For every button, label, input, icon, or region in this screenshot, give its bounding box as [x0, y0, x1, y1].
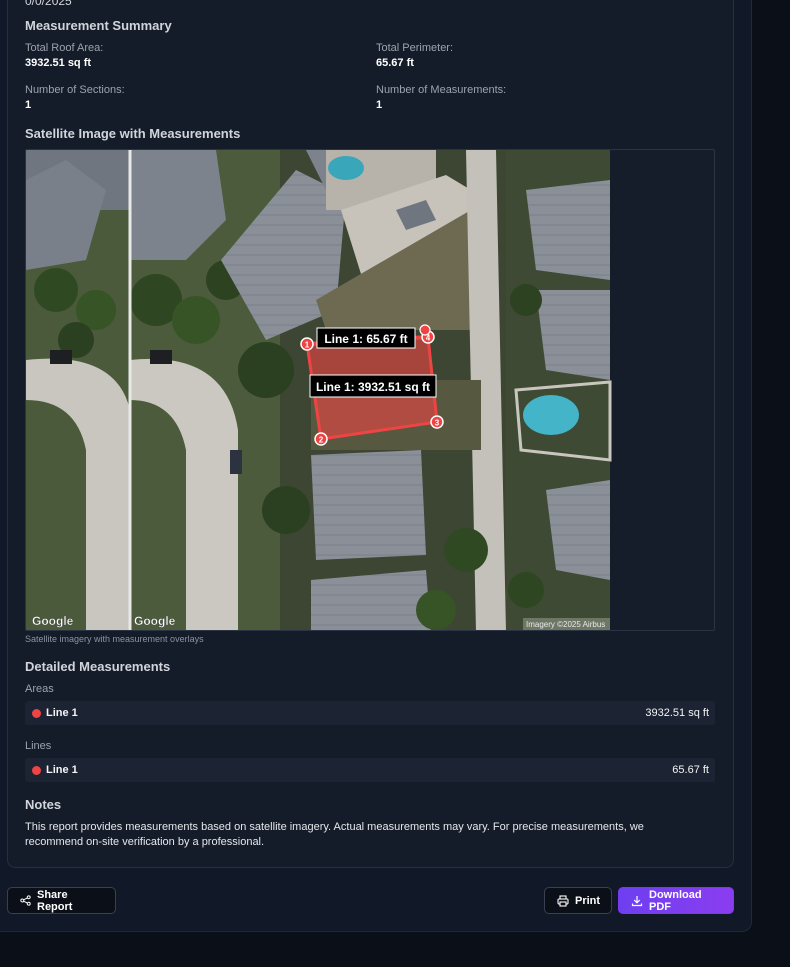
satellite-section-title: Satellite Image with Measurements: [25, 126, 241, 141]
areas-label: Areas: [25, 683, 54, 695]
satellite-image: Line 1: 65.67 ft Line 1: 3932.51 sq ft 1…: [26, 150, 612, 630]
notes-title: Notes: [25, 797, 62, 812]
print-button[interactable]: Print: [544, 887, 612, 914]
vertex-marker-1[interactable]: 1: [300, 337, 314, 351]
download-pdf-button[interactable]: Download PDF: [618, 887, 734, 914]
print-label: Print: [575, 894, 601, 907]
share-report-button[interactable]: Share Report: [7, 887, 116, 914]
line-measurement-label: Line 1: 65.67 ft: [324, 332, 407, 346]
measurement-summary-title: Measurement Summary: [25, 18, 172, 33]
satellite-image-frame: Line 1: 65.67 ft Line 1: 3932.51 sq ft 1…: [25, 149, 715, 631]
google-logo: Google: [32, 614, 74, 628]
lines-label: Lines: [25, 740, 52, 752]
total-perimeter-label: Total Perimeter:: [376, 42, 454, 54]
area-row: Line 1 3932.51 sq ft: [25, 701, 715, 725]
sections-label: Number of Sections:: [25, 84, 125, 96]
download-icon: [631, 895, 643, 907]
notes-text: This report provides measurements based …: [25, 821, 644, 848]
measurements-label: Number of Measurements:: [376, 84, 507, 96]
vertex-marker-2[interactable]: 2: [314, 432, 328, 446]
share-report-label: Share Report: [37, 888, 73, 913]
sections-value: 1: [25, 99, 32, 111]
area-value: 3932.51 sq ft: [645, 707, 709, 719]
google-logo: Google: [134, 614, 176, 628]
total-perimeter-value: 65.67 ft: [376, 57, 414, 69]
measurements-value: 1: [376, 99, 383, 111]
download-pdf-label: Download PDF: [649, 888, 702, 913]
imagery-credit: Imagery ©2025 Airbus: [526, 620, 605, 629]
line-row: Line 1 65.67 ft: [25, 758, 715, 782]
svg-text:1: 1: [305, 341, 310, 350]
vertex-marker-3[interactable]: 3: [430, 415, 444, 429]
satellite-caption: Satellite imagery with measurement overl…: [25, 634, 204, 644]
area-measurement-label: Line 1: 3932.51 sq ft: [316, 380, 430, 394]
line-color-dot: [32, 766, 41, 775]
svg-text:2: 2: [319, 436, 324, 445]
svg-text:3: 3: [435, 419, 440, 428]
total-roof-area-label: Total Roof Area:: [25, 42, 104, 54]
line-name: Line 1: [46, 764, 78, 776]
total-roof-area-value: 3932.51 sq ft: [25, 57, 92, 69]
printer-icon: [557, 894, 569, 907]
share-icon: [20, 895, 31, 906]
detailed-measurements-title: Detailed Measurements: [25, 659, 171, 674]
line-value: 65.67 ft: [672, 764, 709, 776]
report-date: 0/0/2025: [25, 0, 72, 8]
area-name: Line 1: [46, 707, 78, 719]
area-color-dot: [32, 709, 41, 718]
